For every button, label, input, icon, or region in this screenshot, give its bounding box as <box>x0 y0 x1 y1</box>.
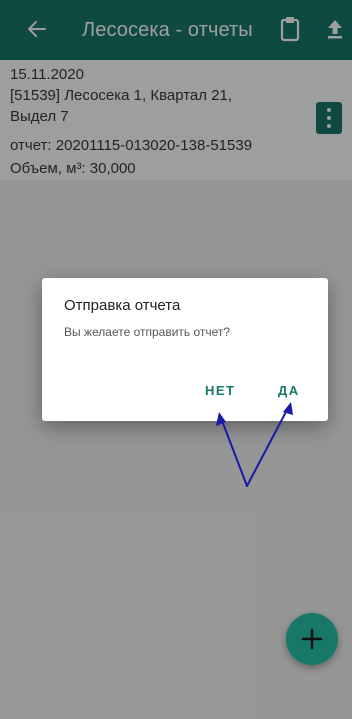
add-report-button[interactable] <box>286 613 338 665</box>
dialog-title: Отправка отчета <box>64 297 181 314</box>
no-button[interactable]: НЕТ <box>205 383 236 398</box>
plus-icon <box>301 628 323 650</box>
send-report-dialog: Отправка отчета Вы желаете отправить отч… <box>42 278 328 421</box>
dialog-message: Вы желаете отправить отчет? <box>64 325 231 339</box>
yes-button[interactable]: ДА <box>278 383 300 398</box>
